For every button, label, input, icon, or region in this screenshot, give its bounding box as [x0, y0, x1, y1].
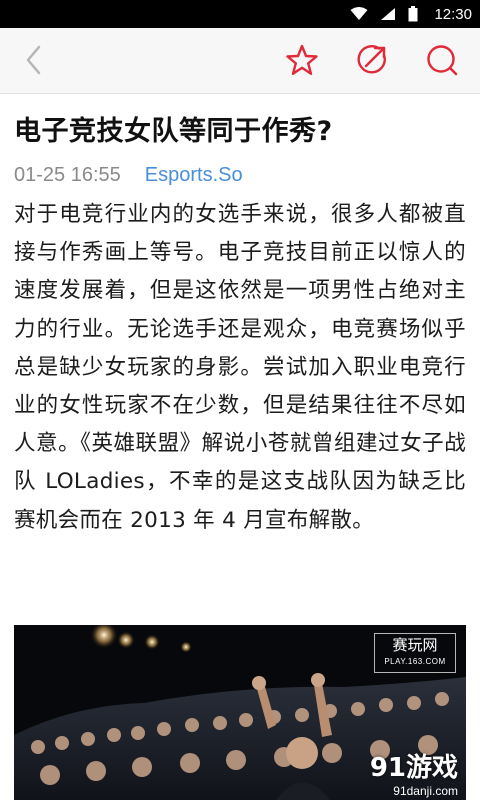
article-source-link[interactable]: Esports.So — [145, 164, 243, 187]
status-time: 12:30 — [434, 5, 472, 23]
watermark-logo-bottom: 91游戏 91danji.com — [370, 752, 458, 798]
comment-button[interactable] — [422, 40, 462, 80]
article-date: 01-25 16:55 — [14, 163, 121, 186]
battery-icon — [408, 6, 418, 22]
signal-icon — [381, 8, 396, 20]
favorite-button[interactable] — [282, 40, 322, 80]
article: 电子竞技女队等同于作秀? 01-25 16:55 Esports.So 对于电竞… — [14, 94, 466, 540]
watermark-top-url: PLAY.163.COM — [384, 657, 446, 666]
star-icon — [286, 44, 318, 75]
article-meta: 01-25 16:55 Esports.So — [14, 158, 466, 192]
status-bar: 12:30 — [0, 0, 480, 28]
back-icon — [26, 45, 41, 75]
watermark-logo-top: 赛玩网 PLAY.163.COM — [374, 633, 456, 673]
back-button[interactable] — [14, 40, 54, 80]
comment-icon — [427, 45, 458, 76]
share-icon — [357, 45, 386, 74]
share-button[interactable] — [352, 40, 392, 80]
watermark-bottom-url: 91danji.com — [393, 784, 458, 798]
article-toolbar — [0, 28, 480, 94]
article-title: 电子竞技女队等同于作秀? — [14, 116, 333, 147]
watermark-bottom-title: 91游戏 — [369, 753, 458, 783]
watermark-top-title: 赛玩网 — [392, 636, 438, 654]
article-image[interactable]: 赛玩网 PLAY.163.COM 91游戏 91danji.com — [14, 625, 466, 800]
article-body: 对于电竞行业内的女选手来说，很多人都被直接与作秀画上等号。电子竞技目前正以惊人的… — [14, 202, 466, 533]
wifi-icon — [350, 7, 368, 20]
